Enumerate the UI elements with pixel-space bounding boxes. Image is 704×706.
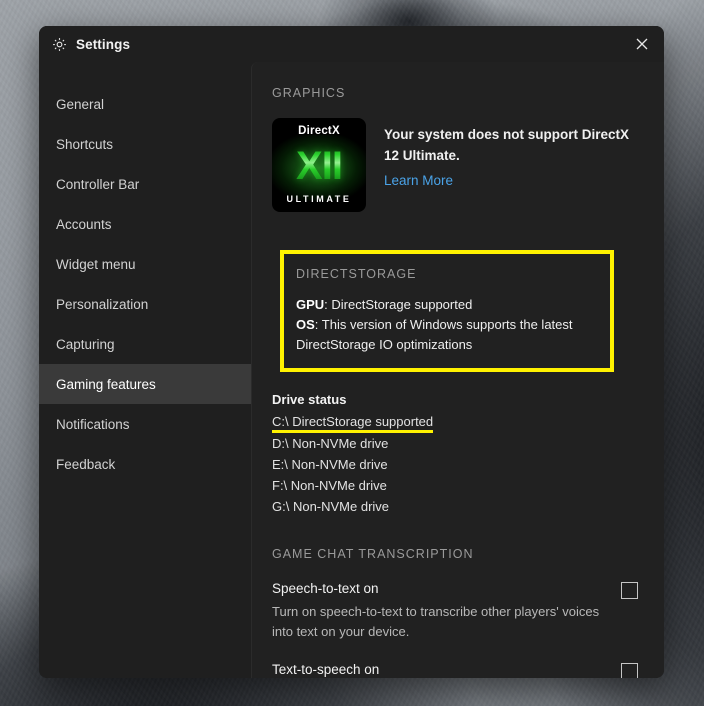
directstorage-gpu-value: : DirectStorage supported (324, 297, 473, 312)
drive-status-row-wrap: C:\ DirectStorage supported (272, 411, 642, 433)
drive-status-row-wrap: E:\ Non-NVMe drive (272, 454, 642, 475)
graphics-support-message: Your system does not support DirectX 12 … (384, 127, 630, 163)
drive-status-title: Drive status (272, 392, 347, 408)
sidebar-item-personalization[interactable]: Personalization (39, 284, 251, 324)
sidebar-item-controller-bar[interactable]: Controller Bar (39, 164, 251, 204)
game-chat-transcription-block: GAME CHAT TRANSCRIPTION Speech-to-text o… (272, 547, 642, 678)
sidebar-item-label: General (56, 96, 105, 112)
close-icon (634, 36, 650, 52)
directstorage-os-line: OS: This version of Windows supports the… (296, 315, 596, 355)
drive-status-row: C:\ DirectStorage supported (272, 411, 433, 433)
close-button[interactable] (620, 26, 664, 62)
setting-toggle-texts: Speech-to-text on Turn on speech-to-text … (272, 579, 621, 641)
sidebar-item-notifications[interactable]: Notifications (39, 404, 251, 444)
graphics-row: DirectX XII ULTIMATE Your system does no… (272, 118, 642, 212)
drive-status-row: E:\ Non-NVMe drive (272, 457, 388, 473)
drive-status-row: F:\ Non-NVMe drive (272, 478, 387, 494)
logo-edition: ULTIMATE (286, 194, 352, 204)
directx-ultimate-logo-icon: DirectX XII ULTIMATE (272, 118, 366, 212)
directstorage-gpu-line: GPU: DirectStorage supported (296, 295, 596, 315)
checkbox-text-to-speech-on[interactable] (621, 662, 638, 678)
directstorage-highlight-box: DIRECTSTORAGE GPU: DirectStorage support… (280, 250, 614, 373)
sidebar-item-widget-menu[interactable]: Widget menu (39, 244, 251, 284)
directstorage-gpu-key: GPU (296, 297, 325, 312)
sidebar-item-label: Controller Bar (56, 176, 140, 192)
setting-toggle-row: Speech-to-text on Turn on speech-to-text … (272, 579, 642, 641)
window-titlebar: Settings (39, 26, 664, 62)
graphics-section-heading: GRAPHICS (272, 86, 346, 100)
sidebar-item-label: Gaming features (56, 376, 156, 392)
settings-content-panel: GRAPHICS DirectX XII ULTIMATE Your syste… (251, 62, 664, 678)
directstorage-os-key: OS (296, 316, 315, 332)
learn-more-link[interactable]: Learn More (384, 173, 453, 188)
logo-numeral: XII (296, 144, 343, 189)
setting-toggle-texts: Text-to-speech onTurn on text-to-speech … (272, 660, 621, 678)
setting-toggle-description: Turn on speech-to-text to transcribe oth… (272, 603, 600, 639)
window-title: Settings (76, 36, 131, 52)
sidebar-item-label: Capturing (56, 336, 115, 352)
setting-toggle-label: Speech-to-text on (272, 581, 379, 597)
drive-status-list: C:\ DirectStorage supported D:\ Non-NVMe … (272, 411, 642, 517)
sidebar-item-shortcuts[interactable]: Shortcuts (39, 124, 251, 164)
logo-directx-word: DirectX (298, 125, 340, 137)
drive-status-row: G:\ Non-NVMe drive (272, 499, 390, 515)
sidebar-item-label: Shortcuts (56, 136, 114, 152)
sidebar-item-accounts[interactable]: Accounts (39, 204, 251, 244)
sidebar-item-feedback[interactable]: Feedback (39, 444, 251, 484)
directstorage-os-value: : This version of Windows supports the l… (296, 316, 573, 352)
sidebar-item-label: Widget menu (56, 256, 136, 272)
setting-toggle-row: Text-to-speech onTurn on text-to-speech … (272, 660, 642, 678)
drive-status-row: D:\ Non-NVMe drive (272, 436, 389, 452)
directstorage-section-heading: DIRECTSTORAGE (296, 267, 417, 281)
drive-status-row-wrap: G:\ Non-NVMe drive (272, 496, 642, 517)
settings-sidebar: General Shortcuts Controller Bar Accounts Wi… (39, 62, 251, 678)
content-scroll-area[interactable]: GRAPHICS DirectX XII ULTIMATE Your syste… (252, 62, 664, 678)
sidebar-item-general[interactable]: General (39, 84, 251, 124)
game-chat-toggle-list: Speech-to-text on Turn on speech-to-text … (272, 579, 642, 678)
sidebar-item-label: Notifications (56, 416, 130, 432)
sidebar-item-label: Personalization (56, 296, 149, 312)
drive-status-row-wrap: D:\ Non-NVMe drive (272, 433, 642, 454)
gear-icon (52, 37, 67, 52)
sidebar-item-capturing[interactable]: Capturing (39, 324, 251, 364)
window-body: General Shortcuts Controller Bar Accounts Wi… (39, 62, 664, 678)
checkbox-speech-to-text-on[interactable] (621, 582, 638, 600)
sidebar-item-label: Feedback (56, 456, 116, 472)
drive-status-row-wrap: F:\ Non-NVMe drive (272, 475, 642, 496)
sidebar-item-label: Accounts (56, 216, 112, 232)
setting-toggle-label: Text-to-speech on (272, 661, 380, 677)
drive-status-block: Drive status C:\ DirectStorage supported… (272, 390, 642, 517)
sidebar-item-gaming-features[interactable]: Gaming features (39, 364, 251, 404)
settings-window: Settings General Shortcuts Controller Bar A… (39, 26, 664, 678)
game-chat-section-heading: GAME CHAT TRANSCRIPTION (272, 547, 474, 562)
graphics-text-block: Your system does not support DirectX 12 … (384, 118, 642, 190)
